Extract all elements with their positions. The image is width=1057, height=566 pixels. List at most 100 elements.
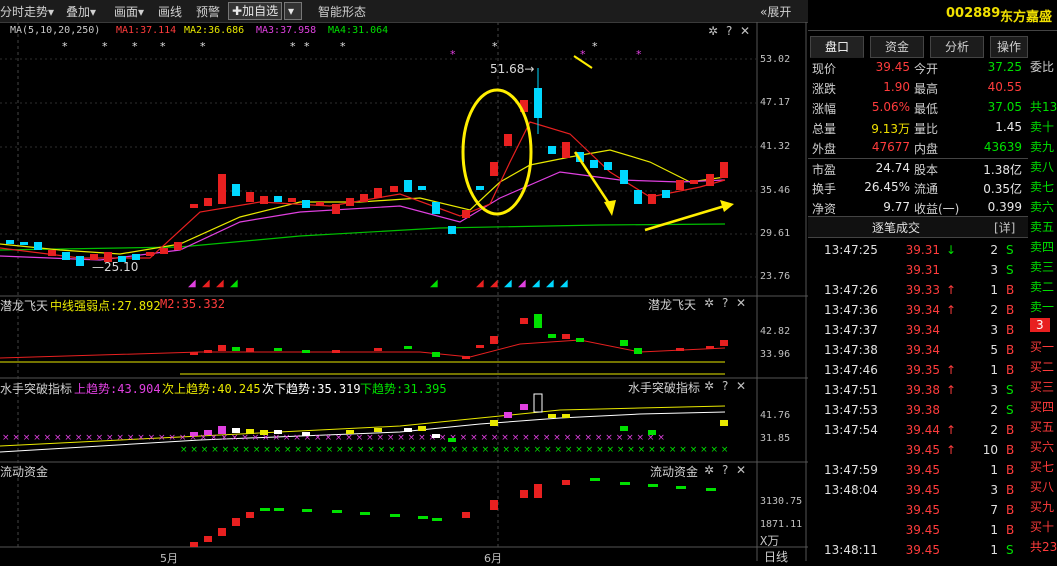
svg-text:*: *: [304, 40, 310, 53]
help-icon[interactable]: ?: [722, 296, 728, 310]
quote-label: 收益(一): [914, 202, 960, 216]
settings-icon[interactable]: ✲: [704, 379, 714, 393]
intraday-menu[interactable]: 分时走势▾: [0, 3, 54, 20]
tab-funds[interactable]: 资金: [870, 36, 924, 58]
trades-detail-link[interactable]: [详]: [994, 219, 1015, 236]
period-selector[interactable]: 日线: [764, 548, 788, 565]
orderbook-side-label: 3: [1030, 318, 1050, 332]
smart-pattern-button[interactable]: 智能形态: [318, 3, 366, 20]
svg-text:◢: ◢: [560, 278, 568, 289]
quote-label: 现价: [812, 62, 837, 76]
orderbook-side-label: 卖六: [1030, 200, 1055, 214]
y-tick: 1871.11: [760, 519, 803, 530]
svg-text:*: *: [492, 40, 498, 53]
trade-side: S: [1006, 243, 1014, 257]
quote-row: 换手 26.45% 流通 0.35亿: [808, 178, 1028, 198]
svg-text:◢: ◢: [490, 278, 498, 289]
trade-row: 13:47:59 39.45 1 B: [808, 463, 1028, 483]
close-icon[interactable]: ✕: [736, 463, 746, 477]
close-icon[interactable]: ✕: [740, 24, 750, 38]
alert-button[interactable]: 预警: [196, 3, 220, 20]
trade-price: 39.45: [905, 483, 940, 497]
svg-text:*: *: [340, 40, 346, 53]
trade-arrow: ↓: [946, 243, 957, 257]
trade-volume: 1: [990, 283, 998, 297]
tab-orderbook[interactable]: 盘口: [810, 36, 864, 58]
quote-value: 40.55: [987, 80, 1022, 94]
quote-value: 37.25: [987, 60, 1022, 74]
trade-time: 13:47:51: [824, 383, 878, 397]
trade-arrow: ↑: [946, 363, 957, 377]
panel3-title: 水手突破指标: [628, 381, 701, 395]
trade-price: 39.44: [905, 423, 940, 437]
kline-chart[interactable]: * * * * * * * * * * * * * ◢ ◢ ◢ ◢ ◢ ◢ ◢ ◢ ◢ ◢ ◢ ◢ × × × × …: [0, 22, 808, 561]
peak-price-label: 51.68→: [490, 62, 535, 76]
trade-row: 13:47:36 39.34 ↑ 2 B: [808, 303, 1028, 323]
trade-volume: 1: [990, 363, 998, 377]
trade-row: 13:47:37 39.34 3 B: [808, 323, 1028, 343]
trade-row: 39.45 1 B: [808, 523, 1028, 543]
overlay-menu[interactable]: 叠加▾: [66, 3, 96, 20]
trade-time: 13:48:04: [824, 483, 878, 497]
quote-label: 市盈: [812, 163, 837, 177]
settings-icon[interactable]: ✲: [704, 296, 714, 310]
tab-operations[interactable]: 操作: [990, 36, 1028, 58]
trade-side: S: [1006, 263, 1014, 277]
trade-row: 39.45 ↑ 10 B: [808, 443, 1028, 463]
help-icon[interactable]: ?: [722, 379, 728, 393]
settings-icon[interactable]: ✲: [704, 463, 714, 477]
trade-row: 13:47:46 39.35 ↑ 1 B: [808, 363, 1028, 383]
unit-label: X万: [760, 534, 780, 548]
y-tick: 29.61: [760, 228, 791, 239]
orderbook-side-label: 买六: [1030, 440, 1055, 454]
tab-analysis[interactable]: 分析: [930, 36, 984, 58]
svg-text:*: *: [102, 40, 108, 53]
add-watchlist-dropdown[interactable]: ▾: [284, 2, 302, 20]
quote-tabs: 盘口 资金 分析 操作: [808, 36, 1028, 58]
panel4-label: 流动资金: [0, 465, 49, 479]
svg-text:*: *: [160, 40, 166, 53]
quote-row: 涨幅 5.06% 最低 37.05: [808, 98, 1028, 118]
close-icon[interactable]: ✕: [736, 296, 746, 310]
trade-price: 39.34: [905, 343, 940, 357]
trade-side: B: [1006, 303, 1015, 317]
trade-price: 39.45: [905, 443, 940, 457]
trade-price: 39.31: [905, 263, 940, 277]
trade-volume: 5: [990, 343, 998, 357]
expand-button[interactable]: «展开: [760, 3, 791, 20]
orderbook-side-label: 买五: [1030, 420, 1055, 434]
help-icon[interactable]: ?: [722, 463, 728, 477]
y-tick: 23.76: [760, 271, 791, 282]
panel2-title: 潜龙飞天: [648, 298, 697, 312]
orderbook-side-label: 买二: [1030, 360, 1055, 374]
trade-volume: 7: [990, 503, 998, 517]
settings-icon[interactable]: ✲: [708, 24, 718, 38]
trades-header: 逐笔成交 [详]: [808, 216, 1028, 238]
trade-side: S: [1006, 383, 1014, 397]
y-tick: 31.85: [760, 433, 791, 444]
orderbook-side-label: 卖十: [1030, 120, 1055, 134]
svg-text:◢: ◢: [188, 278, 196, 289]
close-icon[interactable]: ✕: [736, 379, 746, 393]
view-menu[interactable]: 画面▾: [114, 3, 144, 20]
ma-red-line: [0, 121, 726, 259]
orderbook-side-label: 委比: [1030, 60, 1055, 74]
orderbook-side-label: 卖四: [1030, 240, 1055, 254]
orderbook-side-label: 卖五: [1030, 220, 1055, 234]
y-tick: 47.17: [760, 97, 791, 108]
trade-side: B: [1006, 523, 1015, 537]
svg-text:*: *: [592, 40, 598, 53]
y-tick: 3130.75: [760, 496, 803, 507]
trade-price: 39.45: [905, 463, 940, 477]
add-watchlist-button[interactable]: ✚加自选: [228, 2, 283, 20]
trade-volume: 1: [990, 523, 998, 537]
stock-header: 002889 东方嘉盛: [808, 0, 1057, 31]
quote-label: 流通: [914, 182, 939, 196]
trade-time: 13:47:59: [824, 463, 878, 477]
trade-price: 39.34: [905, 323, 940, 337]
highlight-ellipse: [461, 88, 533, 216]
help-icon[interactable]: ?: [726, 24, 732, 38]
draw-line-button[interactable]: 画线: [158, 3, 182, 20]
quote-label: 总量: [812, 122, 837, 136]
quote-value: 9.13万: [871, 122, 910, 136]
